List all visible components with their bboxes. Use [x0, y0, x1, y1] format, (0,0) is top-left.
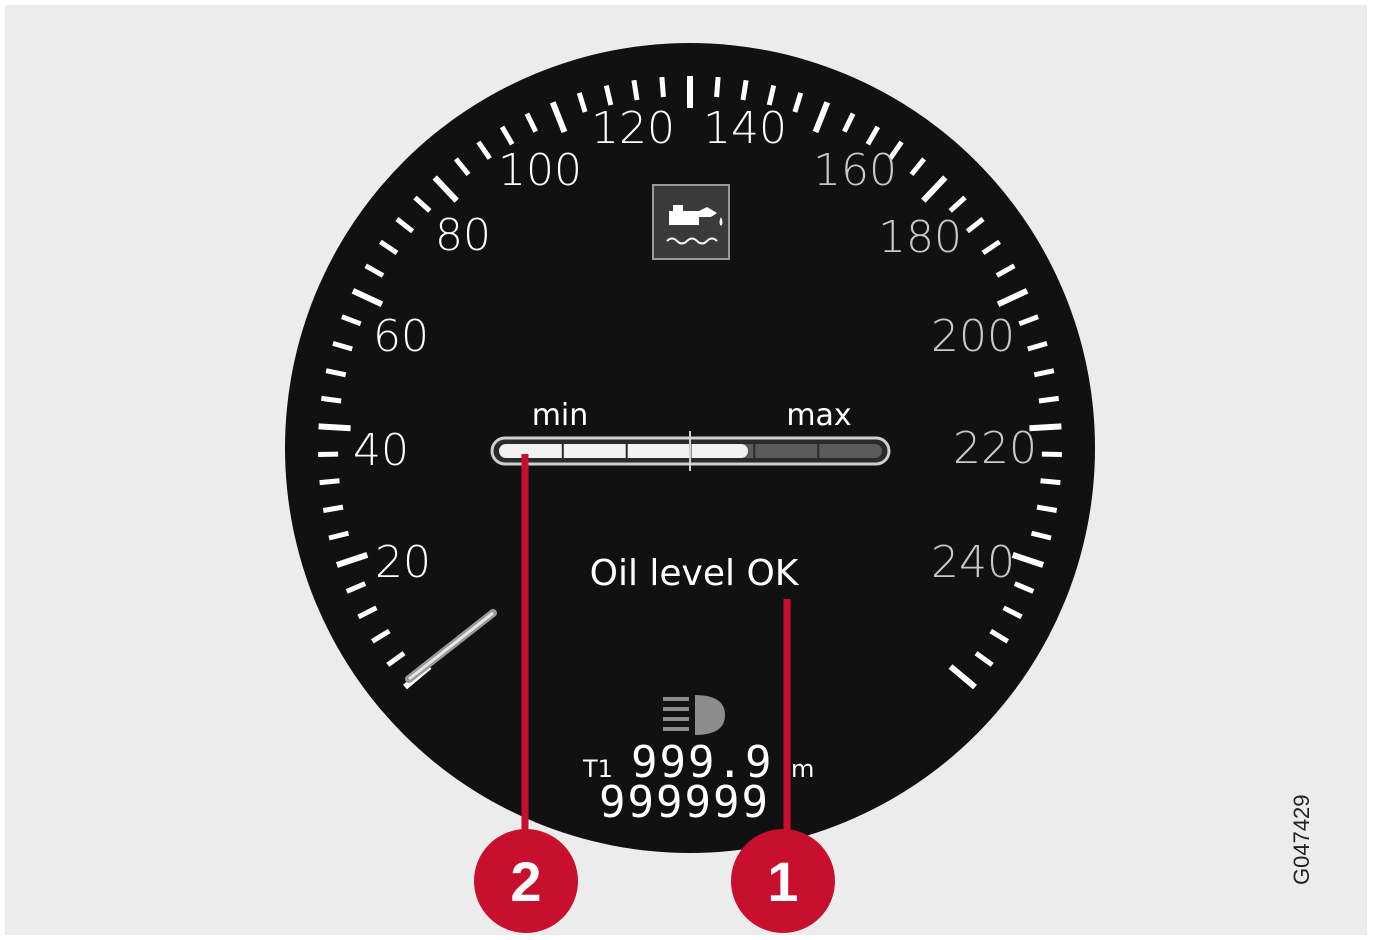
callout-2-number: 2: [510, 850, 541, 913]
minor-tick: [714, 76, 721, 98]
minor-tick: [659, 76, 666, 98]
oil-can-level-icon: [652, 184, 730, 260]
minor-tick: [319, 478, 340, 486]
minor-tick: [1040, 478, 1061, 486]
trip-unit: m: [791, 755, 814, 783]
minor-tick: [320, 395, 342, 404]
major-tick: [318, 423, 351, 432]
speed-label-80: 80: [435, 210, 491, 261]
speed-label-220: 220: [953, 423, 1037, 474]
minor-tick: [740, 79, 749, 101]
speed-label-100: 100: [498, 145, 582, 196]
callout-marker-2: 2: [474, 829, 578, 933]
speed-label-60: 60: [373, 311, 429, 362]
speed-label-160: 160: [813, 145, 897, 196]
speed-label-120: 120: [591, 103, 675, 154]
speed-label-240: 240: [931, 537, 1015, 588]
callout-marker-1: 1: [731, 829, 835, 933]
oil-bar-max-label: max: [786, 398, 851, 433]
speed-label-200: 200: [931, 311, 1015, 362]
oil-bar-fill: [499, 444, 748, 458]
speed-label-140: 140: [703, 103, 787, 154]
minor-tick: [631, 79, 640, 101]
minor-tick: [322, 504, 344, 513]
speed-label-40: 40: [353, 425, 409, 476]
oil-level-gauge-diagram: 20 40 60 80 100 120 140 160 180 200 220 …: [285, 43, 1314, 933]
minor-tick: [1036, 504, 1058, 513]
odometer-value: 999999: [599, 777, 770, 828]
speed-label-20: 20: [375, 537, 431, 588]
speed-label-180: 180: [878, 212, 962, 263]
callout-1-number: 1: [767, 850, 798, 913]
figure-canvas: 20 40 60 80 100 120 140 160 180 200 220 …: [5, 5, 1367, 935]
figure-code: G047429: [1289, 794, 1314, 885]
oil-status-text: Oil level OK: [590, 553, 800, 594]
minor-tick: [1038, 395, 1060, 404]
oil-bar-min-label: min: [532, 398, 589, 433]
